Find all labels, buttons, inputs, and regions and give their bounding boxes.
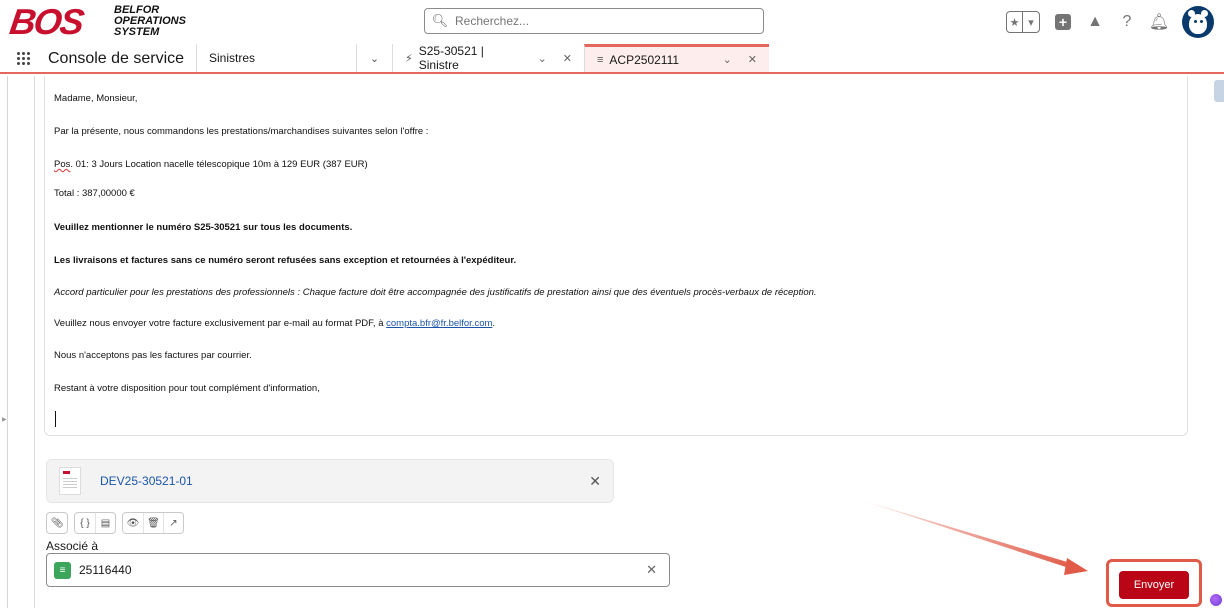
email-mention: Veuillez mentionner le numéro S25-30521 …	[54, 222, 353, 233]
global-header: BOS BELFOR OPERATIONS SYSTEM 🔍︎ ★ ▾ + ▲ …	[0, 0, 1224, 44]
lightning-icon: ⚡︎	[405, 52, 413, 65]
toolbar-group-insert: { } ▤	[74, 512, 116, 534]
favorites-group: ★ ▾	[1006, 11, 1040, 33]
toolbar-group-actions: 👁︎ 🗑︎ ↗	[122, 512, 184, 534]
avatar[interactable]	[1182, 6, 1214, 38]
notifications-icon[interactable]: 🔔︎	[1149, 13, 1169, 31]
help-icon[interactable]: ?	[1118, 13, 1136, 31]
global-actions-icon[interactable]: +	[1054, 13, 1072, 31]
template-icon[interactable]: ▤	[95, 513, 115, 533]
invoice-email-link[interactable]: compta.bfr@fr.belfor.com	[386, 318, 492, 329]
invoice-prefix: Veuillez nous envoyer votre facture excl…	[54, 318, 387, 329]
close-icon[interactable]: ✕	[748, 53, 757, 66]
document-thumbnail-icon	[59, 467, 81, 495]
favorites-dropdown-icon[interactable]: ▾	[1023, 12, 1039, 32]
app-name: Console de service	[48, 50, 185, 67]
text-cursor	[55, 411, 56, 427]
email-body-editor[interactable]: Madame, Monsieur, Par la présente, nous …	[44, 76, 1188, 436]
object-nav-label: Sinistres	[209, 51, 256, 65]
header-icons: ★ ▾ + ▲ ? 🔔︎	[1006, 6, 1214, 38]
associated-value: 25116440	[79, 563, 132, 577]
chevron-down-icon[interactable]: ⌄	[723, 53, 732, 66]
email-position: Pos. 01: 3 Jours Location nacelle télesc…	[54, 159, 368, 170]
chevron-down-icon[interactable]: ⌄	[538, 52, 547, 65]
email-greeting: Madame, Monsieur,	[54, 93, 138, 104]
right-panel-tab[interactable]	[1214, 80, 1224, 102]
email-refusal: Les livraisons et factures sans ce numér…	[54, 255, 517, 266]
favorites-icon[interactable]: ★	[1007, 12, 1023, 32]
tab-sinistre[interactable]: ⚡︎ S25-30521 | Sinistre ⌄ ✕	[392, 44, 584, 72]
email-no-mail: Nous n'acceptons pas les factures par co…	[54, 350, 252, 361]
search-icon: 🔍︎	[431, 13, 449, 28]
email-closing: Restant à votre disposition pour tout co…	[54, 383, 320, 394]
close-icon[interactable]: ✕	[563, 52, 572, 65]
object-nav-menu[interactable]: Sinistres	[196, 44, 356, 72]
position-prefix: Pos	[54, 159, 71, 170]
trailhead-icon[interactable]: ▲	[1086, 13, 1104, 31]
tab-label: S25-30521 | Sinistre	[418, 44, 484, 72]
invoice-suffix: .	[492, 318, 496, 329]
preview-icon[interactable]: 👁︎	[123, 513, 143, 533]
associated-label: Associé à	[46, 539, 99, 553]
search-input[interactable]	[455, 14, 745, 28]
panel-divider	[34, 76, 35, 608]
chevron-down-icon: ⌄	[369, 52, 380, 65]
popout-icon[interactable]: ↗	[163, 513, 183, 533]
email-toolbar: 📎︎ { } ▤ 👁︎ 🗑︎ ↗	[46, 512, 184, 534]
bos-logo[interactable]: BOS BELFOR OPERATIONS SYSTEM	[7, 1, 210, 42]
send-button[interactable]: Envoyer	[1119, 571, 1189, 599]
logo-line-3: SYSTEM	[114, 26, 160, 38]
left-utility-gutter[interactable]: ▶	[0, 76, 8, 608]
attachment-card: DEV25-30521-01 ✕	[46, 459, 614, 503]
expand-handle-icon[interactable]: ▶	[2, 416, 7, 423]
list-icon: ≡	[597, 53, 604, 66]
remove-attachment-icon[interactable]: ✕	[589, 473, 601, 490]
merge-field-icon[interactable]: { }	[75, 513, 95, 533]
associated-lookup-field[interactable]: ≡ 25116440 ✕	[46, 553, 670, 587]
nav-menu-dropdown[interactable]: ⌄	[356, 44, 392, 72]
record-type-icon: ≡	[54, 561, 71, 579]
position-rest: . 01: 3 Jours Location nacelle télescopi…	[70, 159, 368, 170]
clear-selection-icon[interactable]: ✕	[646, 562, 657, 578]
logo-text: BELFOR OPERATIONS SYSTEM	[114, 5, 186, 38]
email-total: Total : 387,00000 €	[54, 188, 135, 199]
attach-icon[interactable]: 📎︎	[47, 513, 67, 533]
tab-label: ACP2502111	[609, 52, 680, 67]
assistant-icon[interactable]	[1210, 594, 1222, 606]
email-invoice: Veuillez nous envoyer votre facture excl…	[54, 318, 495, 329]
delete-icon[interactable]: 🗑︎	[143, 513, 163, 533]
email-accord: Accord particulier pour les prestations …	[54, 287, 817, 298]
attachment-name-link[interactable]: DEV25-30521-01	[100, 474, 193, 488]
global-search[interactable]: 🔍︎	[424, 8, 764, 34]
tab-acp[interactable]: ≡ ACP2502111 ⌄ ✕	[584, 44, 769, 72]
logo-mark: BOS	[7, 1, 85, 42]
toolbar-group-attach: 📎︎	[46, 512, 68, 534]
console-nav-bar: Console de service Sinistres ⌄ ⚡︎ S25-30…	[0, 44, 1224, 74]
email-intro: Par la présente, nous commandons les pre…	[54, 126, 429, 137]
